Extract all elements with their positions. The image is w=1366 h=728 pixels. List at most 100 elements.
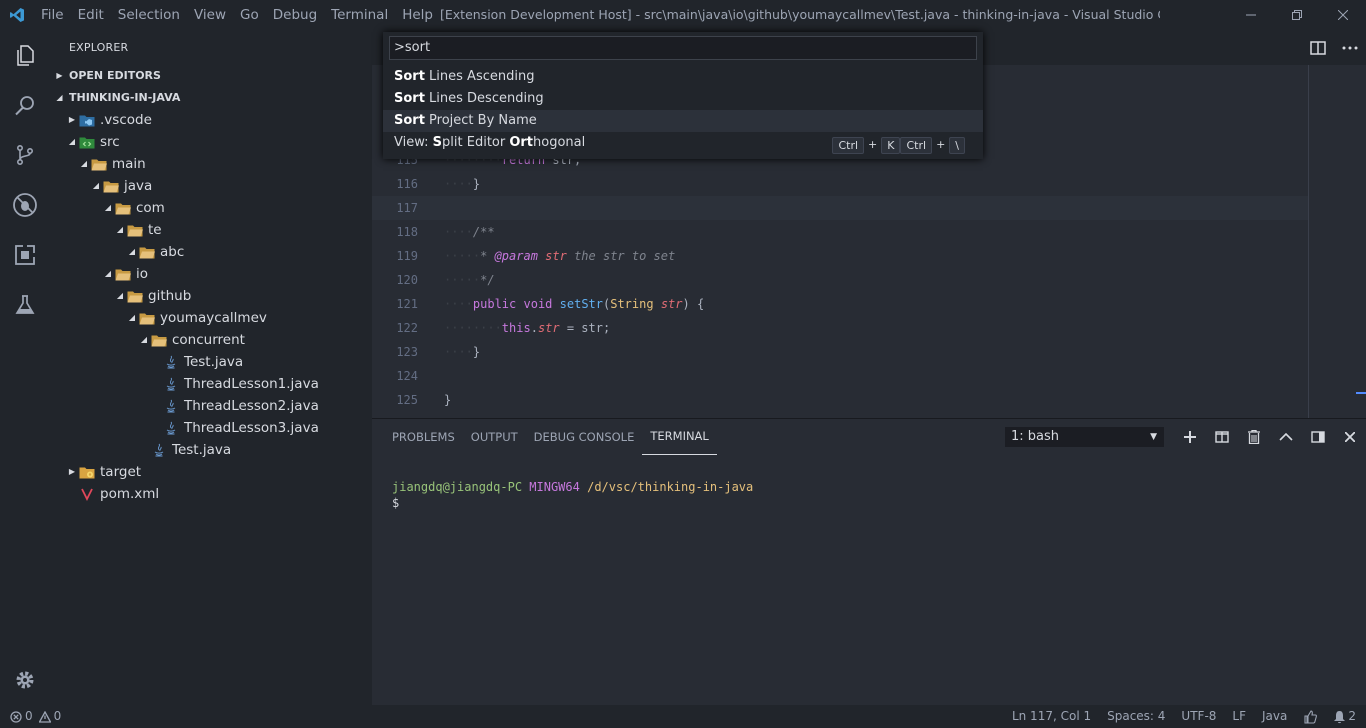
tree-item-label: java xyxy=(124,178,153,194)
tab-problems[interactable]: PROBLEMS xyxy=(384,419,463,455)
source-control-view-button[interactable] xyxy=(0,130,50,180)
debug-view-button[interactable] xyxy=(0,180,50,230)
key-separator: + xyxy=(868,138,878,151)
tree-item-label: main xyxy=(112,156,146,172)
menu-item-debug[interactable]: Debug xyxy=(266,0,324,30)
tree-item-label: target xyxy=(100,464,142,480)
menu-item-file[interactable]: File xyxy=(34,0,71,30)
explorer-view-button[interactable] xyxy=(0,30,50,80)
java-file-icon xyxy=(150,442,168,458)
more-actions-button[interactable] xyxy=(1334,30,1366,65)
tab-terminal[interactable]: TERMINAL xyxy=(642,419,717,455)
scrollbar-cursor-marker[interactable] xyxy=(1356,392,1366,394)
open-editors-label: OPEN EDITORS xyxy=(69,69,161,82)
line-number: 123 xyxy=(396,345,418,359)
menu-item-help[interactable]: Help xyxy=(395,0,440,30)
manage-button[interactable] xyxy=(0,655,50,705)
panel-layout-icon xyxy=(1311,431,1325,443)
tree-item[interactable]: pom.xml xyxy=(50,483,372,505)
tree-item-label: abc xyxy=(160,244,185,260)
test-view-button[interactable] xyxy=(0,280,50,330)
project-section[interactable]: ◢ THINKING-IN-JAVA xyxy=(50,87,372,109)
match-highlight: Ort xyxy=(509,135,534,150)
command-palette-item[interactable]: Sort Lines Ascending xyxy=(383,66,983,88)
trash-icon xyxy=(1248,430,1260,444)
tab-debug-console[interactable]: DEBUG CONSOLE xyxy=(526,419,643,455)
eol-status[interactable]: LF xyxy=(1224,705,1254,728)
code-token: this xyxy=(501,321,531,335)
command-palette-item[interactable]: View: Split Editor Orthogonal Ctrl + K Ctrl +… xyxy=(383,132,983,154)
command-palette-input[interactable]: >sort xyxy=(389,36,977,60)
menu-item-go[interactable]: Go xyxy=(233,0,266,30)
extensions-view-button[interactable] xyxy=(0,230,50,280)
tree-item[interactable]: ◢ src xyxy=(50,131,372,153)
command-palette: >sort Sort Lines Ascending Sort Lines Des… xyxy=(383,32,983,159)
tree-item[interactable]: ◢ main xyxy=(50,153,372,175)
code-token: } xyxy=(472,177,481,191)
chevron-down-icon: ◢ xyxy=(56,93,63,102)
warning-count: 0 xyxy=(53,709,62,723)
tab-output[interactable]: OUTPUT xyxy=(463,419,526,455)
tree-item[interactable]: ◢ com xyxy=(50,197,372,219)
tree-item[interactable]: ◢ concurrent xyxy=(50,329,372,351)
tree-item-label: com xyxy=(136,200,165,216)
language-status[interactable]: Java xyxy=(1254,705,1295,728)
minimize-button[interactable] xyxy=(1228,0,1274,30)
problems-status[interactable]: 0 0 xyxy=(10,705,69,728)
menu-item-edit[interactable]: Edit xyxy=(71,0,111,30)
new-terminal-button[interactable] xyxy=(1174,419,1206,455)
split-editor-button[interactable] xyxy=(1302,30,1334,65)
notifications-button[interactable]: 2 xyxy=(1325,705,1356,728)
tree-item[interactable]: Test.java xyxy=(50,351,372,373)
tree-item[interactable]: ◢ te xyxy=(50,219,372,241)
encoding-status[interactable]: UTF-8 xyxy=(1173,705,1224,728)
tree-item[interactable]: ◢ io xyxy=(50,263,372,285)
feedback-button[interactable] xyxy=(1295,709,1325,724)
tree-item-label: pom.xml xyxy=(100,486,160,502)
code-text: ····public void setStr(String str) { xyxy=(444,292,704,316)
chevron-down-icon: ◢ xyxy=(104,269,112,278)
vertical-ruler xyxy=(1308,65,1309,418)
tree-item[interactable]: ◢ github xyxy=(50,285,372,307)
restore-button[interactable] xyxy=(1274,0,1320,30)
command-palette-item[interactable]: Sort Project By Name xyxy=(383,110,983,132)
tree-item[interactable]: ▶ target xyxy=(50,461,372,483)
code-token: public xyxy=(472,297,517,311)
terminal-output[interactable]: jiangdq@jiangdq-PC MINGW64 /d/vsc/thinki… xyxy=(392,479,753,511)
close-window-button[interactable] xyxy=(1320,0,1366,30)
tree-item[interactable]: ThreadLesson2.java xyxy=(50,395,372,417)
tree-item[interactable]: ▶ .vscode xyxy=(50,109,372,131)
command-label-part: Project By Name xyxy=(424,113,537,128)
keybinding: Ctrl + K Ctrl + \ xyxy=(832,134,965,156)
split-terminal-button[interactable] xyxy=(1206,419,1238,455)
tree-item-label: src xyxy=(100,134,120,150)
panel-tabs: PROBLEMS OUTPUT DEBUG CONSOLE TERMINAL xyxy=(384,419,717,455)
menu-item-selection[interactable]: Selection xyxy=(111,0,187,30)
tree-item[interactable]: Test.java xyxy=(50,439,372,461)
open-editors-section[interactable]: ▶ OPEN EDITORS xyxy=(50,65,372,87)
code-text: ········this.str = str; xyxy=(444,316,610,340)
status-left: 0 0 xyxy=(10,705,69,728)
code-line: 122 ········this.str = str; xyxy=(372,316,1308,340)
folder-open-icon xyxy=(102,178,120,194)
tree-item[interactable]: ◢ youmaycallmev xyxy=(50,307,372,329)
file-tree: ▶ .vscode ◢ src ◢ main ◢ java ◢ com ◢ te ◢ abc ◢ io ◢ git… xyxy=(50,109,372,505)
window-title: [Extension Development Host] - src\main\… xyxy=(440,7,1160,22)
cursor-position-status[interactable]: Ln 117, Col 1 xyxy=(1004,705,1099,728)
code-line: 125} xyxy=(372,388,1308,412)
tree-item[interactable]: ◢ java xyxy=(50,175,372,197)
indentation-status[interactable]: Spaces: 4 xyxy=(1099,705,1173,728)
tree-item[interactable]: ◢ abc xyxy=(50,241,372,263)
search-view-button[interactable] xyxy=(0,80,50,130)
tree-item[interactable]: ThreadLesson3.java xyxy=(50,417,372,439)
maximize-panel-button[interactable] xyxy=(1270,419,1302,455)
kill-terminal-button[interactable] xyxy=(1238,419,1270,455)
command-palette-item[interactable]: Sort Lines Descending xyxy=(383,88,983,110)
menu-item-terminal[interactable]: Terminal xyxy=(324,0,395,30)
toggle-panel-position-button[interactable] xyxy=(1302,419,1334,455)
close-panel-button[interactable] xyxy=(1334,419,1366,455)
menu-item-view[interactable]: View xyxy=(187,0,233,30)
tree-item[interactable]: ThreadLesson1.java xyxy=(50,373,372,395)
terminal-select[interactable]: 1: bash ▼ xyxy=(1005,427,1164,447)
folder-open-icon xyxy=(90,156,108,172)
